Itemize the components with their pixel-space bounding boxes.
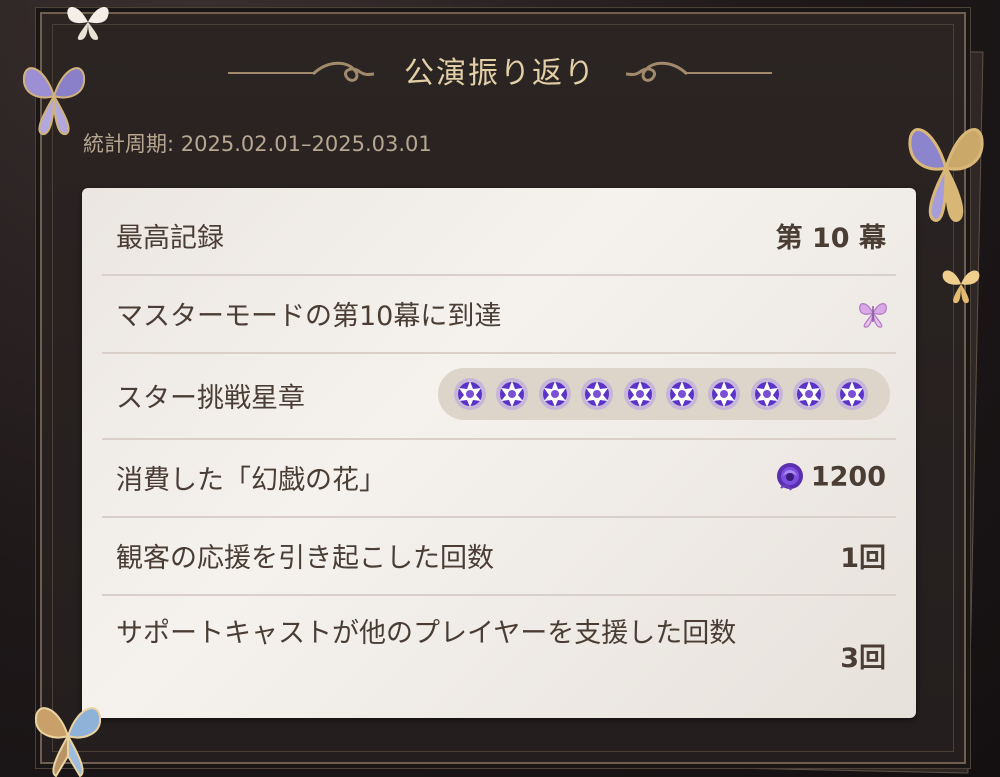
butterfly-decoration-icon bbox=[908, 128, 984, 222]
purple-rose-icon bbox=[776, 463, 803, 491]
stat-label: 観客の応援を引き起こした回数 bbox=[116, 543, 494, 574]
page-title: 公演振り返り bbox=[404, 56, 596, 91]
stat-value-group: 1200 bbox=[771, 458, 886, 496]
butterfly-badge-icon bbox=[859, 303, 887, 328]
stat-value: 1200 bbox=[810, 461, 886, 493]
stat-row-flowers-consumed: 消費した「幻戯の花」 1200 bbox=[102, 438, 896, 518]
star-medal-icon bbox=[793, 378, 826, 410]
stat-row-best-record: 最高記録 第 10 幕 bbox=[102, 188, 896, 276]
butterfly-decoration-icon bbox=[22, 67, 86, 136]
star-medal-icon bbox=[708, 378, 741, 410]
star-medal-icon bbox=[454, 378, 486, 410]
star-medal-icon bbox=[496, 378, 529, 410]
butterfly-decoration-icon bbox=[942, 270, 980, 304]
stat-label: 消費した「幻戯の花」 bbox=[116, 465, 386, 496]
star-medal-icon bbox=[581, 378, 614, 410]
stat-value: 第 10 幕 bbox=[775, 223, 886, 254]
stat-label: サポートキャストが他のプレイヤーを支援した回数 bbox=[116, 618, 737, 649]
stat-row-audience-cheers: 観客の応援を引き起こした回数 1回 bbox=[102, 516, 896, 596]
star-medal-icon bbox=[623, 378, 656, 410]
stat-period-range: 2025.02.01–2025.03.01 bbox=[180, 132, 432, 156]
stat-period: 統計周期: 2025.02.01–2025.03.01 bbox=[83, 128, 432, 158]
stat-row-master-mode: マスターモードの第10幕に到達 bbox=[102, 274, 896, 354]
screen: 公演振り返り 統計周期: 2025.02.01–2025.03.01 最高記録 … bbox=[0, 0, 1000, 777]
title-ornament-right bbox=[684, 72, 772, 74]
stat-label: 最高記録 bbox=[116, 223, 224, 254]
stat-value: 3回 bbox=[840, 643, 886, 674]
star-medal-icon bbox=[835, 378, 868, 410]
title-row: 公演振り返り bbox=[0, 48, 1000, 104]
star-medal-icon bbox=[750, 378, 783, 410]
stat-label: スター挑戦星章 bbox=[116, 383, 305, 414]
stat-period-label: 統計周期: bbox=[83, 132, 175, 156]
butterfly-decoration-icon bbox=[67, 6, 109, 40]
stat-value: 1回 bbox=[840, 543, 886, 574]
butterfly-decoration-icon bbox=[34, 707, 102, 777]
stats-card: 最高記録 第 10 幕 マスターモードの第10幕に到達 スター挑戦星章 消費した… bbox=[82, 188, 916, 718]
stat-row-support-cast: サポートキャストが他のプレイヤーを支援した回数 3回 bbox=[102, 594, 896, 718]
stat-row-star-challenge: スター挑戦星章 bbox=[102, 352, 896, 440]
swirl-ornament-right-icon bbox=[625, 61, 689, 82]
star-medal-icon bbox=[666, 378, 698, 410]
star-medal-track bbox=[438, 368, 890, 420]
stat-label: マスターモードの第10幕に到達 bbox=[116, 301, 502, 332]
star-medal-icon bbox=[538, 378, 571, 410]
